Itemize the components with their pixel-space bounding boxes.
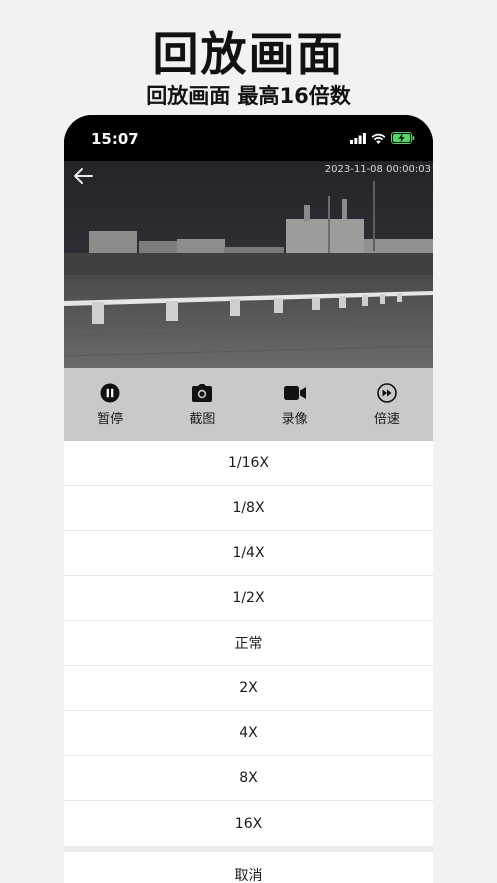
status-time: 15:07 — [91, 130, 139, 148]
promo-subtitle: 回放画面 最高16倍数 — [146, 84, 351, 108]
screenshot-label: 截图 — [189, 412, 216, 427]
speed-option-8x[interactable]: 8X — [64, 756, 433, 801]
speed-option-4x[interactable]: 4X — [64, 711, 433, 756]
promo-title: 回放画面 — [152, 27, 345, 81]
speed-option-list: 1/16X 1/8X 1/4X 1/2X 正常 2X 4X 8X 16X — [64, 441, 433, 846]
speed-option-1-8x[interactable]: 1/8X — [64, 486, 433, 531]
video-timestamp: 2023-11-08 00:00:03 — [324, 164, 431, 175]
screenshot-button[interactable]: 截图 — [156, 368, 248, 441]
night-scene-image — [64, 161, 433, 368]
fast-forward-icon — [376, 382, 398, 404]
speed-label: 倍速 — [373, 412, 400, 427]
battery-charging-icon — [391, 131, 415, 149]
camera-icon — [191, 382, 213, 404]
speed-option-1-4x[interactable]: 1/4X — [64, 531, 433, 576]
playback-controls: 暂停 截图 录像 倍速 — [64, 368, 433, 441]
pause-icon — [99, 382, 121, 404]
speed-option-16x[interactable]: 16X — [64, 801, 433, 846]
phone-frame: 15:07 2023-11-08 00:00:03 暂停 截图 录像 倍速 1/… — [64, 115, 433, 883]
signal-icon — [350, 131, 366, 149]
video-camera-icon — [283, 382, 306, 404]
arrow-left-icon — [74, 168, 93, 184]
speed-action-sheet: 1/16X 1/8X 1/4X 1/2X 正常 2X 4X 8X 16X 取消 — [64, 441, 433, 883]
playback-video[interactable]: 2023-11-08 00:00:03 — [64, 161, 433, 368]
back-button[interactable] — [72, 167, 94, 185]
status-bar: 15:07 — [64, 115, 433, 161]
wifi-icon — [371, 131, 386, 149]
speed-option-1-2x[interactable]: 1/2X — [64, 576, 433, 621]
record-label: 录像 — [281, 412, 308, 427]
speed-button[interactable]: 倍速 — [341, 368, 433, 441]
pause-button[interactable]: 暂停 — [64, 368, 156, 441]
speed-option-2x[interactable]: 2X — [64, 666, 433, 711]
speed-option-normal[interactable]: 正常 — [64, 621, 433, 666]
record-button[interactable]: 录像 — [249, 368, 341, 441]
cancel-button[interactable]: 取消 — [64, 852, 433, 883]
speed-option-1-16x[interactable]: 1/16X — [64, 441, 433, 486]
pause-label: 暂停 — [97, 412, 124, 427]
status-icons — [350, 131, 415, 149]
